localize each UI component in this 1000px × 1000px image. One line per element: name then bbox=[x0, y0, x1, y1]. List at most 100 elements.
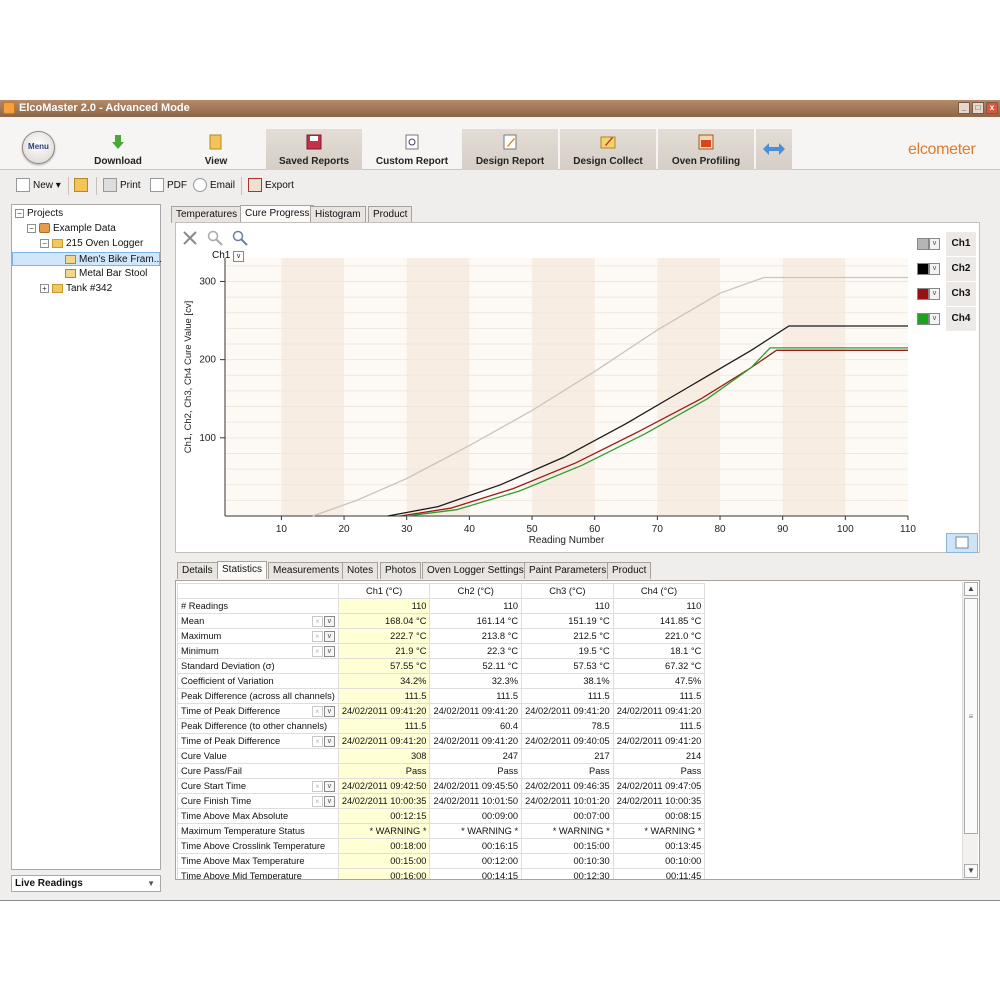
row-unit-selector[interactable]: × v bbox=[311, 736, 336, 747]
tree-label: Metal Bar Stool bbox=[79, 268, 148, 279]
cell-ch2: 111.5 bbox=[429, 688, 523, 704]
tree-node-example-data[interactable]: − Example Data bbox=[27, 222, 116, 236]
table-row: Minimum × v 21.9 °C 22.3 °C 19.5 °C 18.1 °C bbox=[177, 643, 706, 659]
scroll-up-icon[interactable]: ▲ bbox=[964, 582, 978, 596]
oven-profiling-button[interactable]: Oven Profiling bbox=[658, 129, 754, 170]
saved-reports-button[interactable]: Saved Reports bbox=[266, 129, 362, 170]
tab-product[interactable]: Product bbox=[368, 206, 413, 223]
live-readings-label: Live Readings bbox=[15, 878, 83, 889]
legend-ch2[interactable]: Ch2 bbox=[946, 257, 976, 281]
tab-details[interactable]: Details bbox=[177, 562, 218, 579]
tree-node-projects[interactable]: − Projects bbox=[15, 207, 63, 221]
toolbar: New ▾ Print PDF Email Export bbox=[0, 171, 1000, 199]
expand-icon[interactable]: + bbox=[40, 283, 49, 293]
tab-histogram[interactable]: Histogram bbox=[310, 206, 366, 223]
zoom-in-icon[interactable] bbox=[232, 230, 248, 246]
tab-photos[interactable]: Photos bbox=[380, 562, 422, 579]
ch4-color-picker[interactable]: v bbox=[917, 313, 941, 325]
email-button[interactable]: Email bbox=[193, 176, 235, 196]
x-tick-label: 40 bbox=[464, 524, 476, 535]
tree-node-bar-stool[interactable]: Metal Bar Stool bbox=[65, 267, 147, 281]
import-button[interactable] bbox=[74, 176, 91, 196]
tab-measurements[interactable]: Measurements bbox=[268, 562, 345, 579]
cell-ch1: 222.7 °C bbox=[337, 628, 431, 644]
view-button[interactable]: View bbox=[168, 129, 264, 170]
maximize-button[interactable]: □ bbox=[972, 102, 984, 114]
zoom-reset-icon[interactable] bbox=[182, 230, 198, 246]
clear-icon[interactable]: × bbox=[311, 631, 323, 642]
export-button[interactable]: Export bbox=[248, 176, 294, 196]
chevron-down-icon[interactable]: v bbox=[323, 616, 335, 627]
legend-ch1[interactable]: Ch1 bbox=[946, 232, 976, 256]
ch3-color-picker[interactable]: v bbox=[917, 288, 941, 300]
chevron-down-icon: v bbox=[929, 238, 940, 250]
print-button[interactable]: Print bbox=[103, 176, 141, 196]
chevron-down-icon[interactable]: v bbox=[323, 646, 335, 657]
clear-icon[interactable]: × bbox=[311, 706, 323, 717]
design-collect-button[interactable]: Design Collect bbox=[560, 129, 656, 170]
channel-select[interactable]: Ch1 v bbox=[212, 250, 245, 262]
cell-ch2: 60.4 bbox=[429, 718, 523, 734]
tree-node-bike-frame[interactable]: Men's Bike Fram... bbox=[12, 252, 162, 266]
collapse-icon[interactable]: − bbox=[40, 238, 49, 248]
ch3-swatch bbox=[917, 288, 929, 300]
clear-icon[interactable]: × bbox=[311, 736, 323, 747]
cell-ch4: 221.0 °C bbox=[612, 628, 706, 644]
download-button[interactable]: Download bbox=[70, 129, 166, 170]
chevron-down-icon[interactable]: v bbox=[323, 781, 335, 792]
collapse-icon[interactable]: − bbox=[27, 223, 36, 233]
menu-button[interactable]: Menu bbox=[22, 131, 55, 164]
tree-node-oven-logger[interactable]: − 215 Oven Logger bbox=[40, 237, 143, 251]
export-icon bbox=[248, 178, 262, 193]
zoom-out-icon[interactable] bbox=[207, 230, 223, 246]
clear-icon[interactable]: × bbox=[311, 796, 323, 807]
legend-ch4[interactable]: Ch4 bbox=[946, 307, 976, 331]
close-button[interactable]: x bbox=[986, 102, 998, 114]
live-readings-dropdown[interactable]: Live Readings ▼ bbox=[11, 875, 161, 892]
tab-temperatures[interactable]: Temperatures bbox=[171, 206, 243, 223]
row-label: Time Above Mid Temperature bbox=[177, 868, 339, 879]
chevron-down-icon[interactable]: v bbox=[323, 706, 335, 717]
vertical-scrollbar[interactable]: ▲ ≡ ▼ bbox=[962, 582, 978, 879]
ribbon-scroll-button[interactable] bbox=[756, 129, 792, 170]
ch1-color-picker[interactable]: v bbox=[917, 238, 941, 250]
tab-notes[interactable]: Notes bbox=[342, 562, 379, 579]
table-row: Time Above Max Absolute 00:12:15 00:09:00 0… bbox=[177, 808, 706, 824]
row-unit-selector[interactable]: × v bbox=[311, 781, 336, 792]
clear-icon[interactable]: × bbox=[311, 781, 323, 792]
clear-icon[interactable]: × bbox=[311, 616, 323, 627]
export-image-button[interactable] bbox=[946, 533, 978, 553]
minimize-button[interactable]: _ bbox=[958, 102, 970, 114]
cell-ch4: 141.85 °C bbox=[612, 613, 706, 629]
row-unit-selector[interactable]: × v bbox=[311, 631, 336, 642]
chevron-down-icon[interactable]: v bbox=[323, 736, 335, 747]
ch2-color-picker[interactable]: v bbox=[917, 263, 941, 275]
custom-report-button[interactable]: Custom Report bbox=[364, 129, 460, 170]
tab-cure-progress[interactable]: Cure Progress bbox=[240, 205, 315, 223]
cell-ch2: Pass bbox=[429, 763, 523, 779]
row-unit-selector[interactable]: × v bbox=[311, 706, 336, 717]
tab-paint-parameters[interactable]: Paint Parameters bbox=[524, 562, 612, 579]
legend-ch3[interactable]: Ch3 bbox=[946, 282, 976, 306]
chevron-down-icon[interactable]: v bbox=[323, 796, 335, 807]
row-unit-selector[interactable]: × v bbox=[311, 646, 336, 657]
collapse-icon[interactable]: − bbox=[15, 208, 24, 218]
tab-product-details[interactable]: Product bbox=[607, 562, 652, 579]
import-arrow-icon bbox=[74, 178, 88, 193]
tree-node-tank[interactable]: + Tank #342 bbox=[40, 282, 112, 296]
row-unit-selector[interactable]: × v bbox=[311, 796, 336, 807]
saved-reports-label: Saved Reports bbox=[278, 156, 350, 167]
x-tick-label: 10 bbox=[276, 524, 288, 535]
scroll-thumb[interactable]: ≡ bbox=[964, 598, 978, 834]
pdf-button[interactable]: PDF bbox=[150, 176, 187, 196]
tab-statistics[interactable]: Statistics bbox=[217, 561, 268, 579]
chevron-down-icon[interactable]: v bbox=[323, 631, 335, 642]
row-unit-selector[interactable]: × v bbox=[311, 616, 336, 627]
cell-ch4: 00:13:45 bbox=[612, 838, 706, 854]
tab-oven-logger-settings[interactable]: Oven Logger Settings bbox=[422, 562, 529, 579]
design-report-button[interactable]: Design Report bbox=[462, 129, 558, 170]
new-button[interactable]: New ▾ bbox=[16, 176, 61, 196]
clear-icon[interactable]: × bbox=[311, 646, 323, 657]
cell-ch3: 110 bbox=[521, 598, 614, 614]
scroll-down-icon[interactable]: ▼ bbox=[964, 864, 978, 878]
